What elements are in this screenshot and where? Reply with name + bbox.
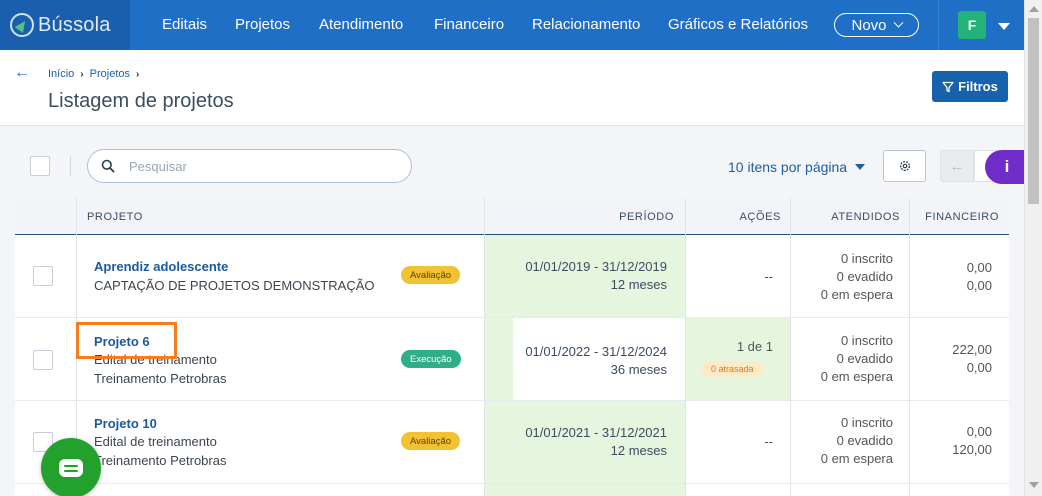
- period-months: 36 meses: [610, 362, 667, 377]
- col-header-financeiro[interactable]: FINANCEIRO: [910, 198, 999, 235]
- projects-table: PROJETO PERÍODO AÇÕES ATENDIDOS FINANCEI…: [15, 198, 1009, 496]
- page-title: Listagem de projetos: [48, 90, 234, 112]
- atendidos-espera: 0 em espera: [820, 369, 893, 384]
- chat-icon: [59, 459, 83, 477]
- breadcrumb-current[interactable]: Projetos: [90, 68, 130, 80]
- nav-item-graficos-relatorios[interactable]: Gráficos e Relatórios: [668, 16, 808, 33]
- breadcrumb: Início › Projetos ›: [48, 68, 139, 80]
- gear-icon: [899, 160, 910, 172]
- filters-label: Filtros: [958, 79, 998, 94]
- breadcrumb-home[interactable]: Início: [48, 68, 74, 80]
- top-navbar: Bússola Editais Projetos Atendimento Fin…: [0, 0, 1042, 50]
- actions-count: --: [764, 269, 773, 284]
- scrollbar-thumb[interactable]: [1028, 18, 1039, 204]
- user-avatar[interactable]: F: [958, 11, 986, 39]
- filter-icon: [942, 81, 954, 92]
- page-header: ← Início › Projetos › Listagem de projet…: [0, 50, 1024, 126]
- app-logo[interactable]: Bússola: [0, 0, 130, 50]
- table-row[interactable]: Projeto 10 Edital de treinamento Treinam…: [15, 401, 1009, 484]
- chevron-right-icon: ›: [80, 68, 84, 80]
- atendidos-espera: 0 em espera: [820, 287, 893, 302]
- actions-count: --: [764, 434, 773, 449]
- period-months: 12 meses: [610, 443, 667, 458]
- col-header-projeto[interactable]: PROJETO: [87, 198, 143, 235]
- status-badge: Execução: [401, 350, 461, 368]
- scroll-up-icon[interactable]: [1029, 6, 1039, 12]
- period-months: 12 meses: [610, 277, 667, 292]
- actions-count: 1 de 1: [736, 339, 773, 354]
- select-all-checkbox[interactable]: [30, 156, 50, 176]
- financeiro-value: 0,00: [966, 278, 992, 293]
- nav-item-relacionamento[interactable]: Relacionamento: [532, 16, 640, 33]
- col-header-acoes[interactable]: AÇÕES: [685, 198, 781, 235]
- filters-button[interactable]: Filtros: [932, 71, 1008, 102]
- nav-divider: [938, 0, 939, 50]
- search-input[interactable]: [129, 158, 389, 174]
- financeiro-value: 0,00: [966, 260, 992, 275]
- search-icon: [101, 159, 115, 173]
- page-scrollbar[interactable]: [1024, 0, 1042, 496]
- back-arrow-icon[interactable]: ←: [14, 64, 30, 82]
- atendidos-inscrito: 0 inscrito: [840, 415, 893, 430]
- per-page-label: 10 itens por página: [728, 159, 848, 175]
- table-row[interactable]: Aprendiz adolescente CAPTAÇÃO DE PROJETO…: [15, 235, 1009, 318]
- period-dates: 01/01/2022 - 31/12/2024: [525, 344, 667, 359]
- row-checkbox[interactable]: [33, 350, 53, 370]
- project-subtitle: CAPTAÇÃO DE PROJETOS DEMONSTRAÇÃO: [94, 278, 375, 293]
- novo-button[interactable]: Novo: [834, 13, 919, 37]
- financeiro-value: 0,00: [966, 424, 992, 439]
- financeiro-value: 0,00: [966, 360, 992, 375]
- project-title-link[interactable]: Projeto 10: [94, 416, 157, 431]
- caret-down-icon: [855, 164, 866, 170]
- project-subtitle: Treinamento Petrobras: [94, 371, 227, 386]
- status-badge: Avaliação: [401, 266, 461, 284]
- scroll-down-icon[interactable]: [1029, 482, 1039, 488]
- novo-label: Novo: [851, 16, 887, 34]
- atendidos-evadido: 0 evadido: [836, 269, 893, 284]
- atendidos-evadido: 0 evadido: [836, 433, 893, 448]
- atendidos-espera: 0 em espera: [820, 451, 893, 466]
- col-header-atendidos[interactable]: ATENDIDOS: [791, 198, 900, 235]
- logo-text: Bússola: [38, 13, 111, 36]
- nav-item-atendimento[interactable]: Atendimento: [319, 16, 403, 33]
- atendidos-inscrito: 0 inscrito: [840, 251, 893, 266]
- row-checkbox[interactable]: [33, 266, 53, 286]
- chevron-down-icon: [893, 17, 903, 28]
- per-page-select[interactable]: 10 itens por página: [728, 159, 866, 175]
- financeiro-value: 222,00: [952, 342, 992, 357]
- prev-page-button[interactable]: ←: [940, 150, 974, 182]
- project-subtitle: Edital de treinamento: [94, 434, 217, 449]
- financeiro-value: 120,00: [952, 442, 992, 457]
- nav-item-editais[interactable]: Editais: [162, 16, 207, 33]
- compass-icon: [10, 13, 34, 37]
- col-header-periodo[interactable]: PERÍODO: [485, 198, 674, 235]
- status-badge: Avaliação: [401, 432, 461, 450]
- toolbar-divider: [70, 156, 71, 176]
- nav-item-financeiro[interactable]: Financeiro: [434, 16, 504, 33]
- atendidos-evadido: 0 evadido: [836, 351, 893, 366]
- caret-down-icon[interactable]: [998, 23, 1010, 30]
- nav-item-projetos[interactable]: Projetos: [235, 16, 290, 33]
- chat-button[interactable]: [41, 438, 101, 496]
- period-dates: 01/01/2021 - 31/12/2021: [525, 425, 667, 440]
- atendidos-inscrito: 0 inscrito: [840, 333, 893, 348]
- arrow-left-icon: ←: [949, 157, 965, 175]
- project-title-link[interactable]: Projeto 6: [94, 334, 150, 349]
- project-title-link[interactable]: Aprendiz adolescente: [94, 259, 228, 274]
- late-actions-badge: 0 atrasada: [701, 361, 764, 377]
- project-subtitle: Edital de treinamento: [94, 352, 217, 367]
- project-subtitle: Treinamento Petrobras: [94, 453, 227, 468]
- search-box: [87, 149, 412, 183]
- period-dates: 01/01/2019 - 31/12/2019: [525, 259, 667, 274]
- settings-button[interactable]: [883, 150, 926, 182]
- table-row[interactable]: Projeto 6 Edital de treinamento Treiname…: [15, 318, 1009, 401]
- chevron-right-icon: ›: [136, 68, 140, 80]
